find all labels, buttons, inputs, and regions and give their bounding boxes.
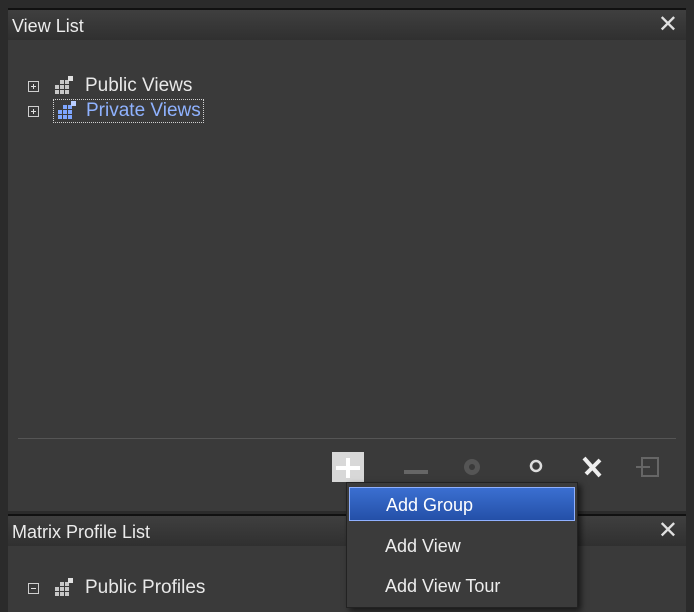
collapse-icon[interactable] — [28, 582, 39, 594]
selection-box: Private Views — [53, 99, 204, 123]
gear-icon — [464, 459, 480, 475]
wrench-icon — [582, 456, 602, 478]
menu-item-add-view-tour[interactable]: Add View Tour — [349, 569, 575, 603]
expand-icon[interactable] — [28, 80, 39, 92]
matrix-profile-close-icon[interactable]: ✕ — [658, 518, 678, 544]
tree-item-label: Public Profiles — [85, 577, 206, 598]
matrix-profile-title: Matrix Profile List — [12, 522, 151, 542]
menu-item-add-group[interactable]: Add Group — [349, 487, 575, 521]
tree-item-public-profiles[interactable]: Public Profiles — [28, 576, 205, 600]
minus-icon — [404, 470, 428, 474]
plus-icon — [336, 458, 360, 478]
view-group-icon — [55, 76, 73, 94]
view-list-title: View List — [12, 16, 84, 36]
divider — [18, 438, 676, 439]
view-group-icon — [58, 101, 76, 119]
add-context-menu: Add Group Add View Add View Tour — [346, 482, 578, 608]
tree-item-private-views[interactable]: Private Views — [28, 99, 204, 123]
export-button[interactable] — [632, 452, 664, 482]
remove-button[interactable] — [400, 452, 432, 482]
profile-group-icon — [55, 578, 73, 596]
expand-icon[interactable] — [28, 105, 39, 117]
menu-item-add-view[interactable]: Add View — [349, 529, 575, 563]
settings-button[interactable] — [456, 452, 488, 482]
tree-item-public-views[interactable]: Public Views — [28, 74, 192, 98]
add-button[interactable] — [332, 452, 364, 482]
search-button[interactable] — [520, 452, 552, 482]
tools-button[interactable] — [576, 452, 608, 482]
view-list-close-icon[interactable]: ✕ — [658, 12, 678, 38]
view-list-titlebar: View List ✕ — [8, 8, 686, 40]
tree-item-label: Public Views — [85, 75, 193, 96]
search-icon — [529, 459, 543, 473]
view-list-panel: View List ✕ Public Views Private Views — [8, 8, 686, 511]
tree-item-label: Private Views — [86, 100, 201, 121]
export-icon — [636, 457, 659, 477]
